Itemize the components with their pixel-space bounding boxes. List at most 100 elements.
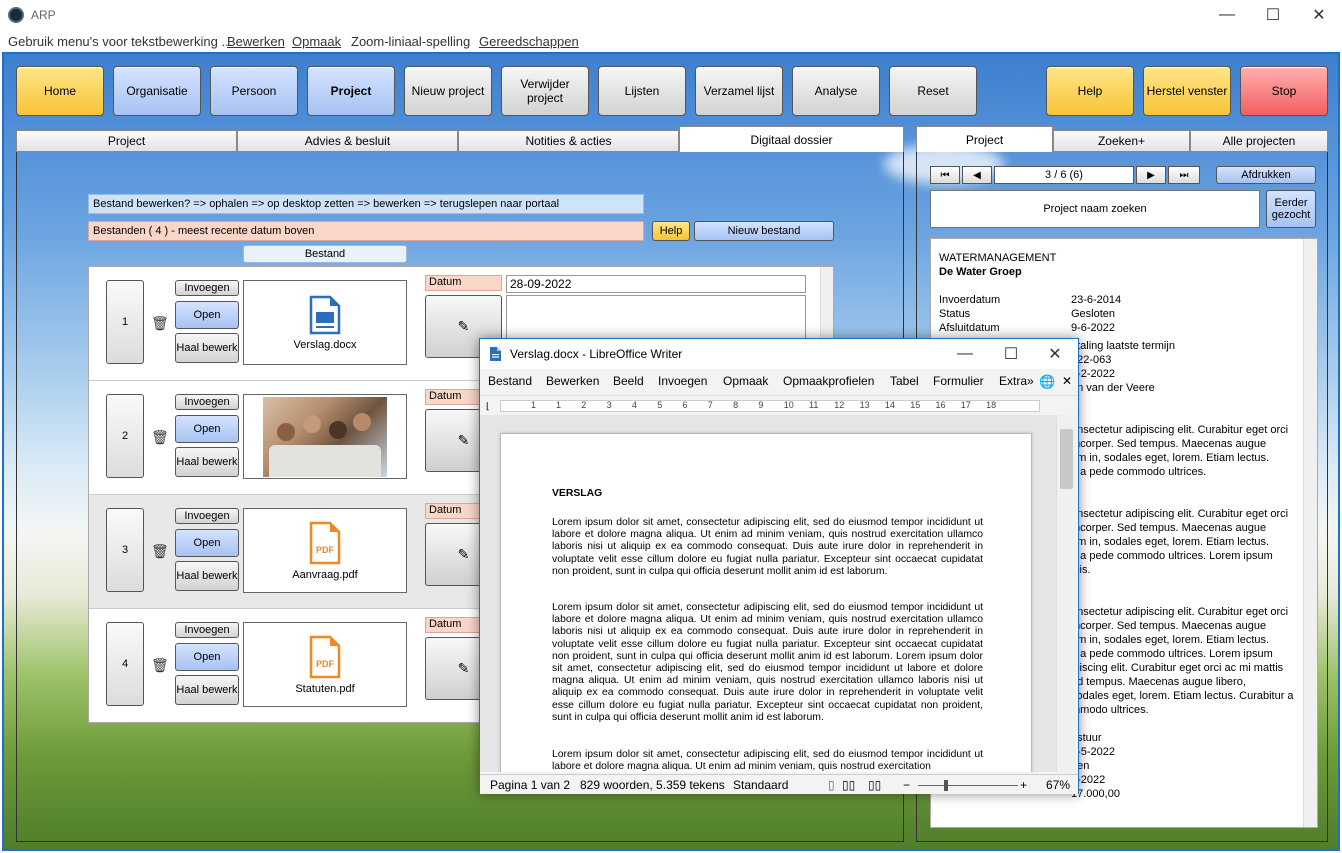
prev-record-button[interactable]: ◀ <box>962 166 992 184</box>
first-record-button[interactable]: ⏮ <box>930 166 960 184</box>
writer-menu-bewerken[interactable]: Bewerken <box>546 374 599 388</box>
stop-button[interactable]: Stop <box>1240 66 1328 116</box>
print-button[interactable]: Afdrukken <box>1216 166 1316 184</box>
menu-item-bewerken[interactable]: Bewerken <box>227 34 285 49</box>
tab-right-project[interactable]: Project <box>916 126 1053 152</box>
multi-page-view-icon[interactable]: ▯▯ <box>842 778 855 792</box>
menu-item-opmaak[interactable]: Opmaak <box>292 34 341 49</box>
trash-icon[interactable]: 🗑 <box>151 543 169 560</box>
single-page-view-icon[interactable]: ▯ <box>828 778 835 792</box>
tab-advies-besluit[interactable]: Advies & besluit <box>237 130 458 152</box>
row-number[interactable]: 2 <box>106 394 144 478</box>
word-count[interactable]: 829 woorden, 5.359 tekens <box>580 778 725 792</box>
persoon-button[interactable]: Persoon <box>210 66 298 116</box>
writer-menu-formulier[interactable]: Formulier <box>933 374 984 388</box>
tab-stop-icon[interactable]: ⌊ <box>486 401 490 412</box>
writer-minimize-button[interactable]: — <box>942 339 988 369</box>
help-button[interactable]: Help <box>1046 66 1134 116</box>
writer-menu-opmaak[interactable]: Opmaak <box>723 374 768 388</box>
project-search-input[interactable]: Project naam zoeken <box>930 190 1260 228</box>
date-field[interactable]: 28-09-2022 <box>506 275 806 293</box>
close-document-icon[interactable]: ✕ <box>1062 374 1072 388</box>
fetch-edit-button[interactable]: Haal bewerk <box>175 675 239 705</box>
document-scrollbar[interactable] <box>1056 415 1076 772</box>
writer-menu-tabel[interactable]: Tabel <box>890 374 919 388</box>
open-button[interactable]: Open <box>175 529 239 557</box>
tab-project[interactable]: Project <box>16 130 237 152</box>
insert-button[interactable]: Invoegen <box>175 622 239 638</box>
delete-project-button[interactable]: Verwijder project <box>501 66 589 116</box>
open-button[interactable]: Open <box>175 643 239 671</box>
recent-searches-button[interactable]: Eerder gezocht <box>1266 190 1316 228</box>
tab-notities-acties[interactable]: Notities & acties <box>458 130 679 152</box>
menu-item-zoom[interactable]: Zoom-liniaal-spelling <box>351 34 470 49</box>
menu-item-hint[interactable]: Gebruik menu's voor tekstbewerking ... <box>8 34 232 49</box>
new-project-button[interactable]: Nieuw project <box>404 66 492 116</box>
maximize-button[interactable]: ☐ <box>1250 0 1296 30</box>
detail-line: u a pede commodo ultrices. Lorem ipsum <box>1071 648 1273 660</box>
zoom-level[interactable]: 67% <box>1046 778 1070 792</box>
file-preview[interactable]: PDF Statuten.pdf <box>243 622 407 707</box>
dossier-help-button[interactable]: Help <box>652 221 690 241</box>
zoom-slider[interactable] <box>918 785 1018 786</box>
row-number[interactable]: 1 <box>106 280 144 364</box>
open-button[interactable]: Open <box>175 415 239 443</box>
file-preview[interactable]: Verslag.docx <box>243 280 407 365</box>
document-icon <box>490 347 501 361</box>
tab-zoeken[interactable]: Zoeken+ <box>1053 130 1190 152</box>
page-style[interactable]: Standaard <box>733 778 788 792</box>
trash-icon[interactable]: 🗑 <box>151 315 169 332</box>
writer-menu-opmaakprofielen[interactable]: Opmaakprofielen <box>783 374 874 388</box>
project-button[interactable]: Project <box>307 66 395 116</box>
fetch-edit-button[interactable]: Haal bewerk <box>175 333 239 363</box>
writer-menu-extra[interactable]: Extra» <box>999 374 1034 388</box>
fetch-edit-button[interactable]: Haal bewerk <box>175 447 239 477</box>
lists-button[interactable]: Lijsten <box>598 66 686 116</box>
detail-line: onsectetur adipiscing elit. Curabitur eg… <box>1071 606 1289 618</box>
details-scrollbar[interactable] <box>1303 239 1317 827</box>
minimize-button[interactable]: — <box>1204 0 1250 30</box>
document-area[interactable]: VERSLAG Lorem ipsum dolor sit amet, cons… <box>480 415 1056 772</box>
row-number[interactable]: 3 <box>106 508 144 592</box>
last-record-button[interactable]: ⏭ <box>1168 166 1200 184</box>
field-value: 23-6-2014 <box>1071 294 1122 306</box>
globe-icon[interactable]: 🌐 <box>1039 374 1055 390</box>
writer-close-button[interactable]: ✕ <box>1032 339 1078 369</box>
scrollbar-thumb[interactable] <box>1060 429 1073 489</box>
insert-button[interactable]: Invoegen <box>175 394 239 410</box>
analysis-button[interactable]: Analyse <box>792 66 880 116</box>
fetch-edit-button[interactable]: Haal bewerk <box>175 561 239 591</box>
zoom-in-icon[interactable]: + <box>1020 778 1027 792</box>
trash-icon[interactable]: 🗑 <box>151 657 169 674</box>
insert-button[interactable]: Invoegen <box>175 508 239 524</box>
zoom-slider-handle[interactable] <box>944 780 948 791</box>
tab-alle-projecten[interactable]: Alle projecten <box>1190 130 1328 152</box>
collection-list-button[interactable]: Verzamel lijst <box>695 66 783 116</box>
file-preview[interactable]: PDF Aanvraag.pdf <box>243 508 407 593</box>
reset-button[interactable]: Reset <box>889 66 977 116</box>
writer-menu-beeld[interactable]: Beeld <box>613 374 644 388</box>
row-number[interactable]: 4 <box>106 622 144 706</box>
menu-item-gereedschappen[interactable]: Gereedschappen <box>479 34 579 49</box>
new-file-button[interactable]: Nieuw bestand <box>694 221 834 241</box>
title-bar: ARP — ☐ ✕ <box>0 0 1342 30</box>
writer-menu-invoegen[interactable]: Invoegen <box>658 374 707 388</box>
organisatie-button[interactable]: Organisatie <box>113 66 201 116</box>
open-button[interactable]: Open <box>175 301 239 329</box>
field-value: Gesloten <box>1071 308 1116 320</box>
book-view-icon[interactable]: ▯▯ <box>868 778 881 792</box>
close-button[interactable]: ✕ <box>1296 0 1342 30</box>
writer-maximize-button[interactable]: ☐ <box>988 339 1034 369</box>
trash-icon[interactable]: 🗑 <box>151 429 169 446</box>
file-preview[interactable] <box>243 394 407 479</box>
insert-button[interactable]: Invoegen <box>175 280 239 296</box>
writer-menu-bestand[interactable]: Bestand <box>488 374 532 388</box>
zoom-out-icon[interactable]: − <box>903 778 910 792</box>
tab-digitaal-dossier[interactable]: Digitaal dossier <box>679 126 904 152</box>
horizontal-ruler[interactable]: ⌊ 1 1 2 3 4 5 6 7 8 9 10 11 12 13 14 15 16 17 18 <box>480 395 1078 415</box>
document-page[interactable]: VERSLAG Lorem ipsum dolor sit amet, cons… <box>500 433 1032 772</box>
restore-window-button[interactable]: Herstel venster <box>1143 66 1231 116</box>
home-button[interactable]: Home <box>16 66 104 116</box>
next-record-button[interactable]: ▶ <box>1136 166 1166 184</box>
page-indicator[interactable]: Pagina 1 van 2 <box>490 778 570 792</box>
